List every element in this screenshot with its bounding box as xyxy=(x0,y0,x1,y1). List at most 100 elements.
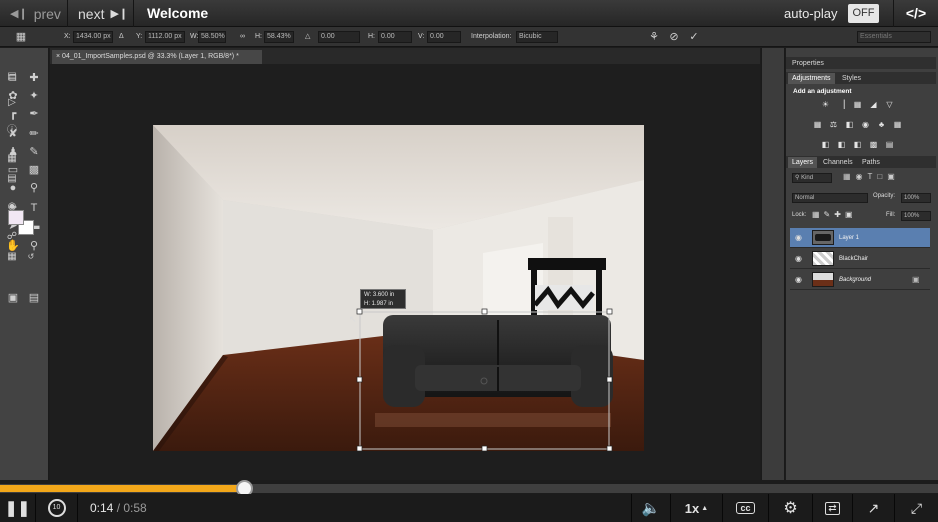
next-button[interactable]: next ▶❙ xyxy=(68,0,134,27)
captions-label: cc xyxy=(736,502,755,514)
quick-select-tool-icon[interactable]: ✦ xyxy=(25,88,43,104)
tab-layers[interactable]: Layers xyxy=(788,157,818,168)
history-icon[interactable]: ▤ xyxy=(5,70,19,84)
autoplay-toggle[interactable]: OFF xyxy=(848,4,879,23)
type-tool-icon[interactable]: T xyxy=(25,200,43,216)
height-field[interactable]: 58.43% xyxy=(264,31,294,43)
tab-properties[interactable]: Properties xyxy=(788,58,828,69)
interpolation-label: Interpolation: xyxy=(471,33,512,40)
exposure-icon[interactable]: ◢ xyxy=(868,100,879,109)
brightness-icon[interactable]: ☀ xyxy=(820,100,831,109)
history-brush-tool-icon[interactable]: ✎ xyxy=(25,144,43,160)
black-white-icon[interactable]: ◧ xyxy=(844,120,855,129)
link-icon[interactable]: ∞ xyxy=(240,27,245,47)
width-field[interactable]: 58.50% xyxy=(198,31,226,43)
tab-paths[interactable]: Paths xyxy=(858,157,884,168)
popout-button[interactable]: ↗ xyxy=(853,494,895,522)
embed-code-button[interactable]: </> xyxy=(893,0,938,27)
video-player-frame: ◀❙ prev next ▶❙ Welcome auto-play OFF </… xyxy=(0,0,938,522)
skip-forward-icon: ▶❙ xyxy=(110,8,129,20)
y-field[interactable]: 1112.00 px xyxy=(145,31,185,43)
caret-up-icon: ▲ xyxy=(701,504,709,512)
time-separator: / xyxy=(113,501,124,515)
speed-button[interactable]: 1x ▲ xyxy=(671,494,723,522)
fill-field[interactable]: 100% xyxy=(901,211,931,221)
threshold-icon[interactable]: ◧ xyxy=(852,140,863,149)
tab-styles[interactable]: Styles xyxy=(838,73,865,84)
layer-row[interactable]: ◉ BlackChair xyxy=(790,249,930,269)
captions-button[interactable]: cc xyxy=(723,494,769,522)
visibility-eye-icon[interactable]: ◉ xyxy=(795,254,805,264)
visibility-eye-icon[interactable]: ◉ xyxy=(795,233,805,243)
color-balance-icon[interactable]: ⚖ xyxy=(828,120,839,129)
tab-channels[interactable]: Channels xyxy=(819,157,857,168)
move-tool-icon[interactable]: ✚ xyxy=(25,70,43,86)
vskew-field[interactable]: 0.00 xyxy=(427,31,461,43)
rotate-icon: △ xyxy=(305,33,311,40)
x-field[interactable]: 1434.00 px xyxy=(73,31,113,43)
document-tab[interactable]: × 04_01_ImportSamples.psd @ 33.3% (Layer… xyxy=(52,50,262,64)
fullscreen-button[interactable]: ⤢ xyxy=(895,494,938,522)
warp-icon[interactable]: ⚘ xyxy=(647,30,661,44)
expand-width-icon: ⇄ xyxy=(825,501,840,515)
curves-icon[interactable]: ▦ xyxy=(852,100,863,109)
room-photo[interactable] xyxy=(153,125,644,451)
room-scene xyxy=(153,125,644,451)
transform-size-tooltip: W: 3.600 in H: 1.987 in xyxy=(360,289,406,309)
brush-tool-icon[interactable]: ✏ xyxy=(25,126,43,142)
rotate-field[interactable]: 0.00 xyxy=(318,31,360,43)
pause-button[interactable]: ❚❚ xyxy=(0,494,36,522)
opacity-field[interactable]: 100% xyxy=(901,193,931,203)
layer-filter-kind[interactable]: ⚲ Kind xyxy=(792,173,832,183)
eyedropper-tool-icon[interactable]: ✒ xyxy=(25,106,43,122)
transform-width-readout: W: 3.600 in xyxy=(364,292,395,298)
quick-mask-icon[interactable]: ▣ xyxy=(4,290,22,306)
commit-transform-icon[interactable]: ✓ xyxy=(687,30,701,44)
swatches-icon[interactable]: ▦ xyxy=(5,250,19,264)
prev-label: prev xyxy=(33,5,61,22)
lock-icons[interactable]: ▦✎✚▣ xyxy=(812,210,857,219)
theater-mode-button[interactable]: ⇄ xyxy=(813,494,853,522)
settings-button[interactable]: ⚙ xyxy=(769,494,813,522)
layer-filter-icons[interactable]: ▦◉T□▣ xyxy=(843,172,900,181)
color-lookup-icon[interactable]: ▦ xyxy=(892,120,903,129)
replay-icon: 10 xyxy=(47,499,66,517)
speed-label: 1x xyxy=(684,500,700,516)
fullscreen-icon: ⤢ xyxy=(910,499,923,516)
replay-10-button[interactable]: 10 xyxy=(36,494,78,522)
dodge-tool-icon[interactable]: ⚲ xyxy=(25,180,43,196)
channel-mixer-icon[interactable]: ♣ xyxy=(876,120,887,129)
visibility-eye-icon[interactable]: ◉ xyxy=(795,275,805,285)
blend-mode-select[interactable]: Normal xyxy=(792,193,868,203)
clone-source-icon[interactable]: ◉ xyxy=(5,200,19,214)
screen-mode-icon[interactable]: ▤ xyxy=(25,290,43,306)
prev-button[interactable]: ◀❙ prev xyxy=(0,0,68,27)
info-icon[interactable]: ⓘ xyxy=(5,124,19,138)
character-icon[interactable]: ▤ xyxy=(5,172,19,186)
hue-saturation-icon[interactable]: ▦ xyxy=(812,120,823,129)
workspace-select[interactable]: Essentials xyxy=(857,31,931,43)
hskew-field[interactable]: 0.00 xyxy=(378,31,412,43)
gear-icon: ⚙ xyxy=(783,500,798,517)
layer-row[interactable]: ◉ Background ▣ xyxy=(790,270,930,290)
3d-icon[interactable]: ☍ xyxy=(5,230,19,244)
posterize-icon[interactable]: ◧ xyxy=(836,140,847,149)
selective-color-icon[interactable]: ▤ xyxy=(884,140,895,149)
gradient-map-icon[interactable]: ▩ xyxy=(868,140,879,149)
swap-colors-icon[interactable]: ↺ xyxy=(26,252,36,262)
cancel-transform-icon[interactable]: ⊘ xyxy=(667,30,681,44)
vskew-label: V: xyxy=(418,33,425,40)
interpolation-select[interactable]: Bicubic xyxy=(516,31,558,43)
volume-button[interactable]: 🔈 xyxy=(631,494,671,522)
layer-row[interactable]: ◉ Layer 1 xyxy=(790,228,930,248)
total-time: 0:58 xyxy=(123,501,147,515)
levels-icon[interactable]: ▕ xyxy=(836,100,847,109)
tab-adjustments[interactable]: Adjustments xyxy=(788,73,835,84)
reference-point-icon[interactable]: ▦ xyxy=(14,30,28,44)
gradient-tool-icon[interactable]: ▩ xyxy=(25,162,43,178)
actions-icon[interactable]: ▷ xyxy=(5,96,19,110)
brush-presets-icon[interactable]: ▦ xyxy=(5,152,19,166)
photo-filter-icon[interactable]: ◉ xyxy=(860,120,871,129)
invert-icon[interactable]: ◧ xyxy=(820,140,831,149)
vibrance-icon[interactable]: ▽ xyxy=(884,100,895,109)
